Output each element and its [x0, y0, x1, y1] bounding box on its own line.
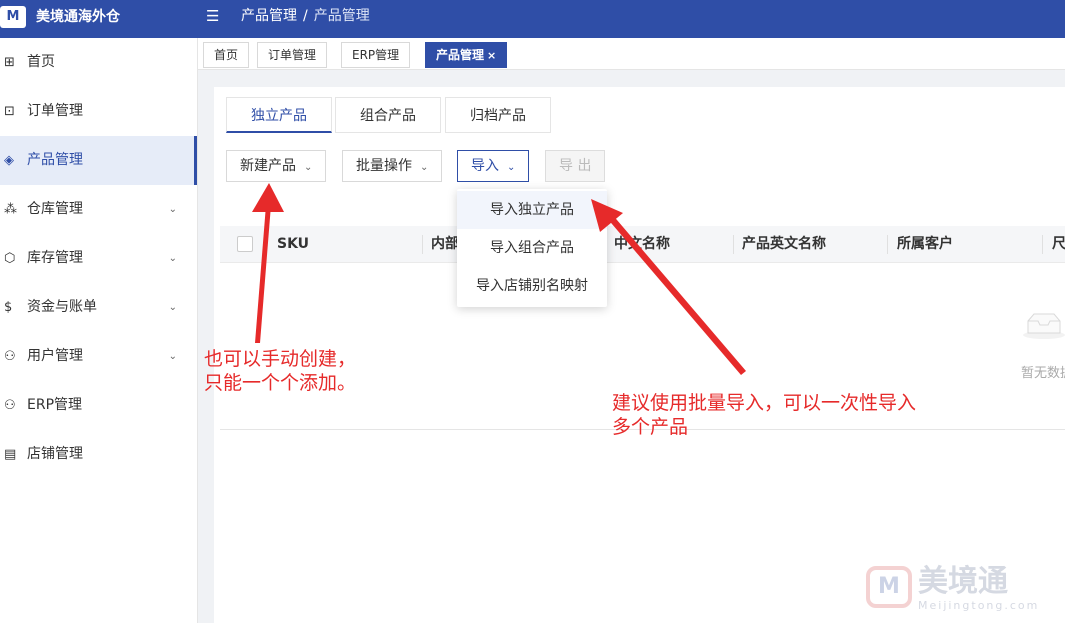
watermark-domain: Meijingtong.com [918, 599, 1040, 612]
annotation-line: 多个产品 [612, 416, 689, 438]
watermark-logo: M [866, 566, 912, 608]
annotation-arrow-left-head [252, 183, 284, 212]
watermark: M 美境通 Meijingtong.com [862, 562, 1062, 618]
watermark-brand: 美境通 [918, 564, 1008, 599]
annotation-manual-create: 也可以手动创建， 只能一个个添加。 [204, 347, 356, 395]
annotation-arrow-left-shaft [255, 205, 271, 343]
annotation-line: 只能一个个添加。 [204, 372, 357, 394]
annotation-line: 也可以手动创建， [204, 348, 357, 370]
annotation-arrow-right-shaft [606, 213, 746, 375]
annotation-arrows [252, 183, 746, 375]
annotation-batch-import: 建议使用批量导入，可以一次性导入 多个产品 [612, 391, 916, 439]
annotation-line: 建议使用批量导入，可以一次性导入 [612, 392, 917, 414]
